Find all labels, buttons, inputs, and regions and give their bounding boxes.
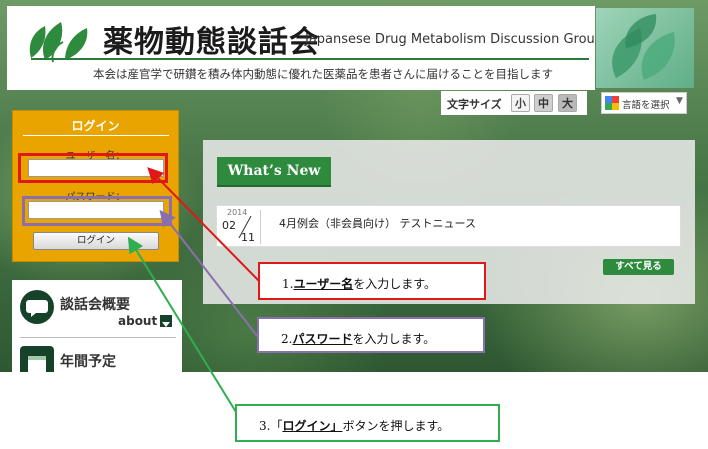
whats-new-heading: What’s New [217,157,331,187]
site-title-english: Japansese Drug Metabolism Discussion Gro… [305,32,604,47]
callout-3-emphasis: ログイン」 [282,419,343,433]
see-all-button[interactable]: すべて見る [603,259,674,275]
username-highlight-frame [18,153,168,183]
sidebar-item-schedule[interactable]: 年間予定 [60,351,116,371]
site-header: 薬物動態談話会 Japansese Drug Metabolism Discus… [7,6,603,90]
sidebar-divider [20,337,176,338]
callout-step-2: 2.パスワードを入力します。 [257,317,485,353]
font-size-control: 文字サイズ 小 中 大 [441,91,587,115]
callout-step-1: 1.ユーザー名を入力します。 [258,262,486,300]
translate-icon [605,96,619,110]
font-size-large-button[interactable]: 大 [558,94,577,112]
callout-1-emphasis: ユーザー名 [293,277,354,291]
callout-1-suffix: を入力します。 [353,277,437,291]
language-select-label: 言語を選択 [622,100,670,111]
callout-step-3: 3.「ログイン」ボタンを押します。 [235,404,500,442]
font-size-label: 文字サイズ [447,98,502,111]
callout-1-prefix: 1. [282,277,294,291]
sidebar-item-overview[interactable]: 談話会概要 [60,294,130,314]
news-item-title[interactable]: 4月例会（非会員向け） テストニュース [279,215,476,231]
news-list-item[interactable]: 2014 02 11 4月例会（非会員向け） テストニュース [216,205,681,247]
login-title: ログイン [71,119,120,133]
callout-2-prefix: 2. [281,332,293,346]
callout-3-prefix: 3.「 [259,419,283,433]
site-title[interactable]: 薬物動態談話会 [103,17,320,61]
news-date-day: 11 [241,231,255,244]
speech-bubble-icon[interactable] [20,290,54,324]
arrow-down-icon[interactable] [160,315,172,327]
site-tagline: 本会は産官学で研鑽を積み体内動態に優れた医薬品を患者さんに届けることを目指します [93,67,553,81]
leaf-image-icon [612,14,675,80]
sidebar-item-about-link[interactable]: about [118,314,157,328]
font-size-small-button[interactable]: 小 [511,94,530,112]
callout-3-suffix: ボタンを押します。 [342,419,450,433]
header-divider [31,58,589,60]
news-date-divider [260,210,261,244]
language-select[interactable]: 言語を選択 ▼ [601,92,687,114]
password-highlight-frame [22,196,172,226]
chevron-down-icon: ▼ [676,96,683,106]
calendar-icon[interactable] [20,346,54,372]
login-button[interactable]: ログイン [33,232,159,250]
leaf-logo-icon[interactable] [25,14,97,64]
header-leaf-image [596,8,694,88]
font-size-medium-button[interactable]: 中 [534,94,553,112]
callout-2-emphasis: パスワード [292,332,353,346]
sidebar-nav: 談話会概要 about 年間予定 [12,280,182,372]
news-date-month: 02 [222,219,236,232]
callout-2-suffix: を入力します。 [352,332,436,346]
login-panel: ログイン ユーザー名： パスワード： ログイン [12,110,179,262]
login-divider [23,135,169,136]
whats-new-title: What’s New [227,163,321,179]
